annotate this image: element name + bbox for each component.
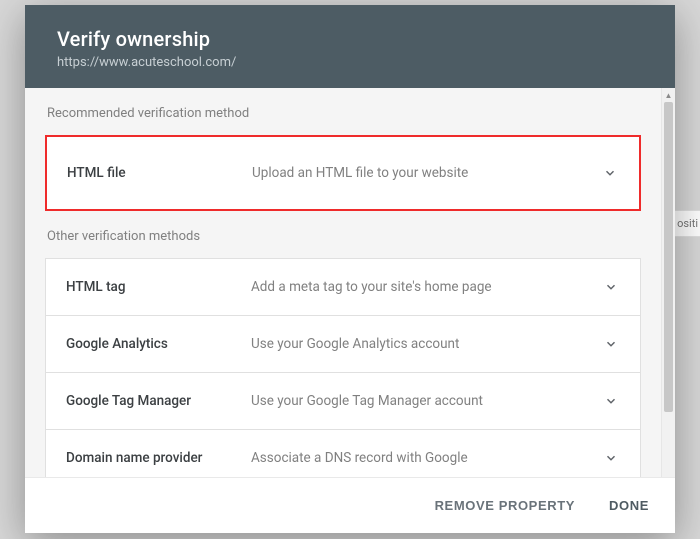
- other-section-label: Other verification methods: [47, 229, 641, 244]
- verify-ownership-dialog: Verify ownership https://www.acuteschool…: [25, 5, 675, 533]
- dialog-scroll-area[interactable]: Recommended verification method HTML fil…: [25, 88, 661, 477]
- method-description: Use your Google Analytics account: [251, 336, 600, 352]
- chevron-down-icon: [600, 451, 622, 465]
- method-name: Google Tag Manager: [66, 393, 251, 409]
- method-html-file[interactable]: HTML file Upload an HTML file to your we…: [45, 135, 641, 211]
- scrollbar-up-arrow-icon[interactable]: ▲: [662, 88, 675, 102]
- other-methods-list: HTML tag Add a meta tag to your site's h…: [45, 258, 641, 477]
- method-name: Domain name provider: [66, 450, 251, 466]
- method-name: Google Analytics: [66, 336, 251, 352]
- chevron-down-icon: [600, 280, 622, 294]
- background-column-fragment: ositi: [672, 210, 700, 237]
- dialog-body: Recommended verification method HTML fil…: [25, 88, 675, 477]
- dialog-header: Verify ownership https://www.acuteschool…: [25, 5, 675, 88]
- method-description: Use your Google Tag Manager account: [251, 393, 600, 409]
- method-html-tag[interactable]: HTML tag Add a meta tag to your site's h…: [45, 258, 641, 316]
- remove-property-button[interactable]: REMOVE PROPERTY: [431, 492, 579, 519]
- recommended-section-label: Recommended verification method: [47, 106, 641, 121]
- method-name: HTML file: [67, 165, 252, 181]
- method-description: Add a meta tag to your site's home page: [251, 279, 600, 295]
- done-button[interactable]: DONE: [605, 492, 653, 519]
- method-name: HTML tag: [66, 279, 251, 295]
- method-google-tag-manager[interactable]: Google Tag Manager Use your Google Tag M…: [45, 373, 641, 430]
- scrollbar[interactable]: ▲: [661, 88, 675, 477]
- method-description: Associate a DNS record with Google: [251, 450, 600, 466]
- method-google-analytics[interactable]: Google Analytics Use your Google Analyti…: [45, 316, 641, 373]
- method-description: Upload an HTML file to your website: [252, 165, 599, 181]
- scrollbar-thumb[interactable]: [664, 102, 673, 412]
- method-domain-name-provider[interactable]: Domain name provider Associate a DNS rec…: [45, 430, 641, 477]
- dialog-actions: REMOVE PROPERTY DONE: [25, 477, 675, 533]
- chevron-down-icon: [600, 394, 622, 408]
- dialog-subtitle: https://www.acuteschool.com/: [57, 55, 647, 70]
- chevron-down-icon: [600, 337, 622, 351]
- chevron-down-icon: [599, 166, 621, 180]
- dialog-title: Verify ownership: [57, 27, 647, 51]
